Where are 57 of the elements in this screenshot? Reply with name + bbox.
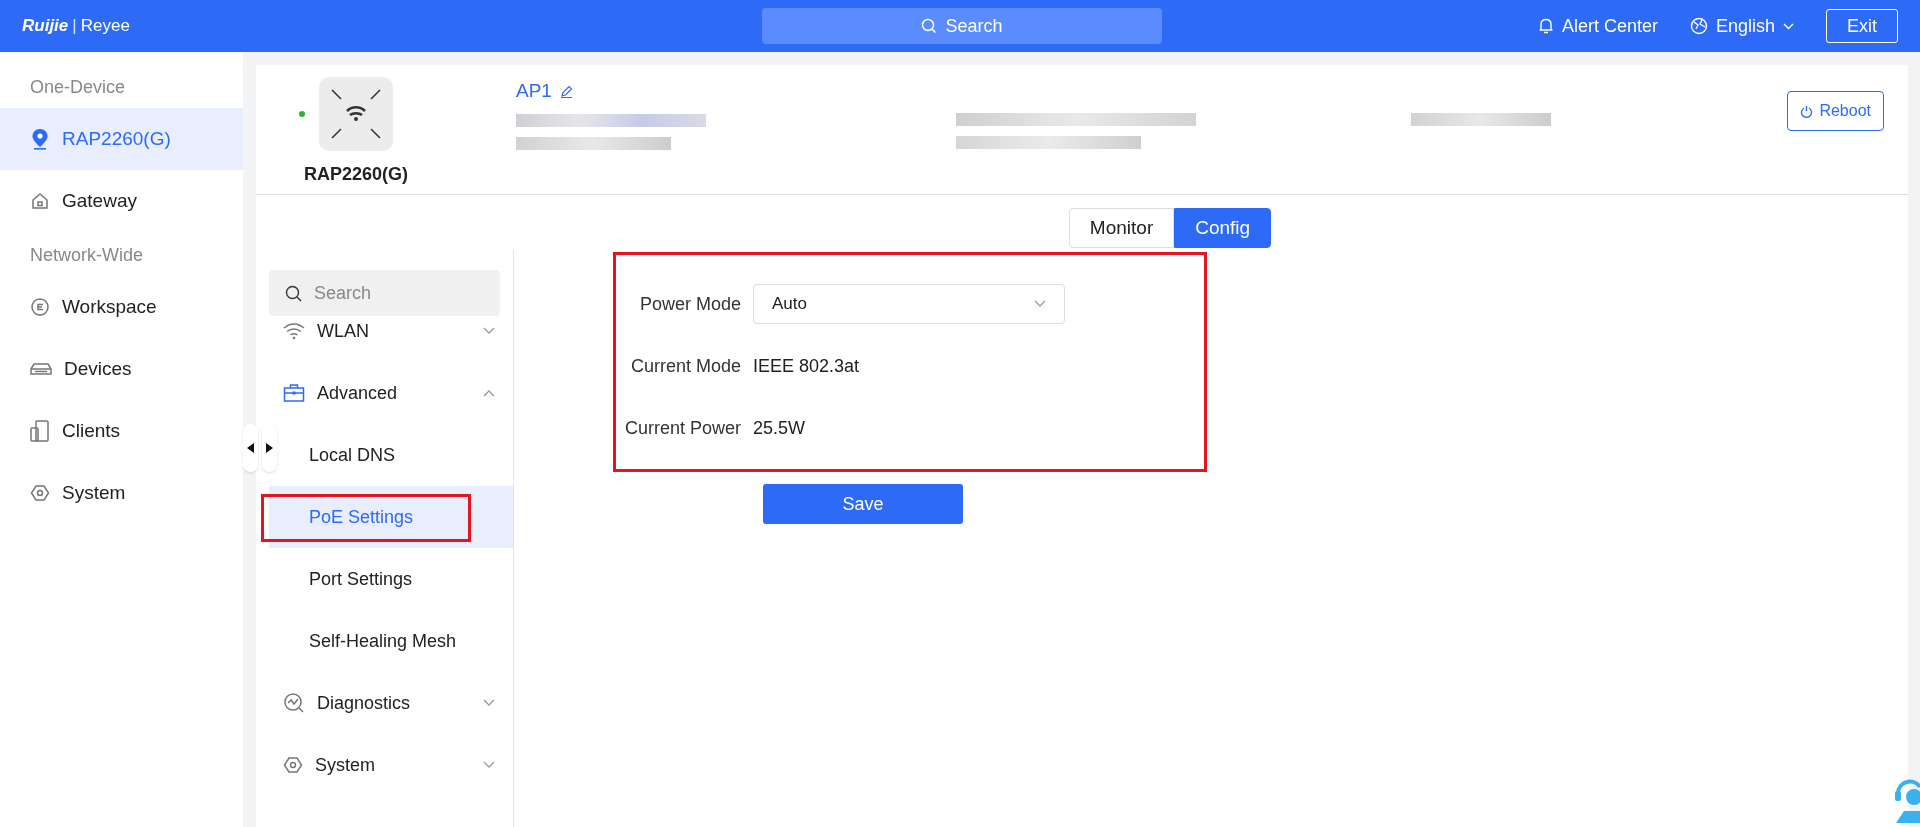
nav-sub-item[interactable]: Local DNS: [305, 433, 400, 477]
nav-group-item[interactable]: Advanced: [269, 362, 513, 424]
phone-tablet-icon: [30, 420, 50, 442]
nav-sub-item[interactable]: Port Settings: [305, 557, 417, 601]
search-icon: [921, 18, 938, 34]
view-tab[interactable]: Monitor: [1068, 208, 1175, 248]
logo: Ruijie | Reyee: [22, 15, 131, 38]
circle-c-icon: [30, 297, 50, 317]
exit-button[interactable]: Exit: [1826, 9, 1898, 43]
collapse-left-handle[interactable]: [243, 424, 258, 472]
chevron-icon: [1034, 300, 1046, 308]
chevron-icon: [483, 699, 495, 707]
sidebar-item[interactable]: System: [0, 462, 243, 524]
sidebar-item[interactable]: Devices: [0, 338, 243, 400]
triangle-right-icon: [266, 443, 273, 453]
alert-center-link[interactable]: Alert Center: [1537, 12, 1658, 40]
view-tab[interactable]: Config: [1174, 208, 1272, 248]
language-selector[interactable]: English: [1689, 12, 1794, 40]
reboot-button[interactable]: Reboot: [1787, 91, 1884, 131]
nav-group-item[interactable]: Diagnostics: [269, 672, 513, 734]
chevron-icon: [483, 389, 495, 397]
edit-pencil-icon: [559, 84, 573, 98]
sidebar-item[interactable]: Clients: [0, 400, 243, 462]
wifi-icon: [283, 322, 305, 340]
field-value: IEEE 802.3at: [753, 354, 860, 378]
home-icon: [30, 191, 50, 211]
chevron-icon: [483, 327, 495, 335]
location-pin-icon: [30, 128, 50, 150]
sidebar-item[interactable]: Workspace: [0, 276, 243, 338]
device-name: AP1: [516, 79, 552, 103]
field-label: Current Mode: [629, 354, 742, 378]
field-label: Power Mode: [638, 292, 742, 316]
power-mode-select[interactable]: Auto: [753, 284, 1065, 324]
switch-icon: [30, 361, 52, 377]
sidebar-item[interactable]: Gateway: [0, 170, 243, 232]
field-label: Current Power: [623, 416, 742, 440]
toolbox-icon: [283, 383, 305, 403]
sidebar-item[interactable]: RAP2260(G): [0, 108, 243, 170]
device-model: RAP2260(G): [304, 163, 409, 186]
search-icon: [285, 284, 302, 302]
section-heading: Network-Wide: [29, 244, 145, 267]
chevron-icon: [483, 761, 495, 769]
hexagon-icon: [30, 483, 50, 503]
bell-icon: [1537, 17, 1554, 35]
save-button[interactable]: Save: [763, 484, 963, 524]
power-icon: [1800, 104, 1814, 118]
hexagon-icon: [283, 755, 303, 775]
chevron-icon: [1783, 22, 1794, 30]
magnifier-chart-icon: [283, 692, 305, 714]
nav-group-item[interactable]: System: [269, 734, 513, 796]
access-point-icon: [319, 77, 393, 151]
nav-sub-item[interactable]: Self-Healing Mesh: [305, 619, 461, 663]
expand-right-handle[interactable]: [262, 424, 277, 472]
globe-icon: [1689, 17, 1708, 35]
triangle-left-icon: [247, 443, 254, 453]
section-heading: One-Device: [29, 76, 127, 99]
field-value: 25.5W: [753, 416, 806, 440]
